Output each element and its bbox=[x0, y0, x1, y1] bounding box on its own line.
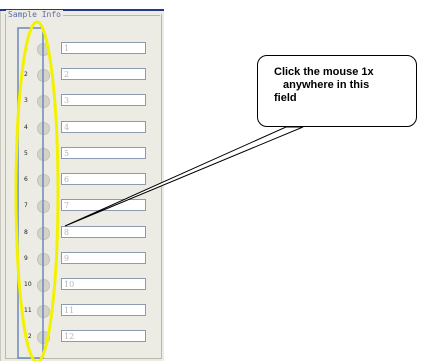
callout-line-1: Click the mouse 1x bbox=[274, 66, 374, 78]
callout-pointer bbox=[64, 126, 304, 227]
highlight-ellipse bbox=[14, 20, 60, 361]
callout-line-3: field bbox=[274, 92, 297, 104]
callout-line-2: anywhere in this bbox=[283, 79, 370, 91]
instruction-callout: Click the mouse 1x anywhere in this fiel… bbox=[257, 55, 417, 127]
